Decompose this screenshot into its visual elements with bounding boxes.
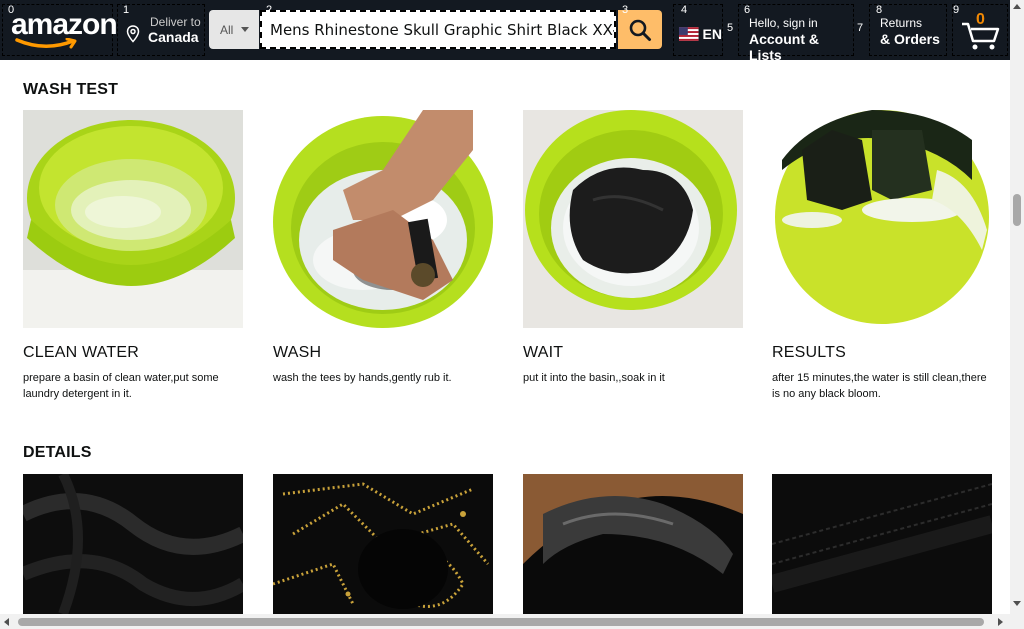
cart-icon: [962, 22, 1000, 50]
logo-wordmark: amazon: [11, 8, 118, 41]
horizontal-scroll-thumb[interactable]: [18, 618, 984, 626]
marker-2: 2: [266, 4, 273, 16]
search-icon: [629, 19, 651, 41]
cart-button[interactable]: 0: [952, 4, 1008, 56]
results-water-image: [772, 110, 992, 328]
marker-9: 9: [953, 4, 960, 16]
us-flag-icon: [679, 27, 699, 41]
vertical-scrollbar[interactable]: [1010, 0, 1024, 629]
orders-label: & Orders: [880, 31, 940, 47]
clean-water-image: [23, 110, 243, 328]
location-pin-icon: [126, 25, 140, 43]
detail-image-rhinestone: [273, 474, 493, 614]
scroll-left-arrow-icon[interactable]: [4, 618, 9, 626]
detail-image-collar: [523, 474, 743, 614]
amazon-logo[interactable]: amazon: [2, 4, 118, 56]
horizontal-scrollbar[interactable]: [0, 614, 1010, 629]
account-lists-label: Account & Lists: [749, 31, 819, 63]
wash-step-description: put it into the basin,,soak in it: [523, 372, 665, 384]
top-nav-bar: 0 amazon 1 Deliver to Canada All 2 Mens …: [0, 0, 1010, 63]
marker-3: 3: [622, 4, 629, 16]
search-category-label: All: [220, 22, 234, 37]
amazon-product-page: 0 amazon 1 Deliver to Canada All 2 Mens …: [0, 0, 1024, 629]
deliver-to-country: Canada: [148, 29, 199, 45]
smile-arrow-icon: [15, 38, 77, 49]
caret-down-icon: [241, 27, 250, 32]
returns-label: Returns: [880, 16, 923, 30]
scroll-up-arrow-icon[interactable]: [1013, 4, 1021, 9]
deliver-to-button[interactable]: Deliver to Canada: [117, 4, 205, 56]
marker-1: 1: [123, 4, 130, 16]
wash-step-description: wash the tees by hands,gently rub it.: [273, 372, 452, 384]
deliver-to-label: Deliver to: [150, 15, 201, 29]
vertical-scroll-thumb[interactable]: [1013, 194, 1021, 226]
scroll-right-arrow-icon[interactable]: [998, 618, 1003, 626]
soaking-shirt-image: [523, 110, 743, 328]
marker-6: 6: [744, 4, 751, 16]
wash-step-title: RESULTS: [772, 344, 847, 361]
wash-step-description: prepare a basin of clean water,put some …: [23, 372, 219, 400]
marker-8: 8: [876, 4, 883, 16]
wash-step-title: WAIT: [523, 344, 564, 361]
wash-hands-image: [273, 110, 493, 328]
search-input[interactable]: Mens Rhinestone Skull Graphic Shirt Blac…: [260, 10, 616, 49]
detail-image-stitching: [772, 474, 992, 614]
details-heading: DETAILS: [23, 444, 92, 461]
scroll-down-arrow-icon[interactable]: [1013, 601, 1021, 606]
account-greeting: Hello, sign in: [749, 16, 818, 30]
marker-0: 0: [8, 4, 15, 16]
wash-step-title: CLEAN WATER: [23, 344, 139, 361]
wash-step-description: after 15 minutes,the water is still clea…: [772, 372, 987, 400]
marker-5: 5: [727, 22, 734, 34]
account-lists-button[interactable]: Hello, sign in Account & Lists: [738, 4, 854, 63]
detail-image-fabric: [23, 474, 243, 614]
marker-4: 4: [681, 4, 688, 16]
search-category-dropdown[interactable]: All: [209, 10, 259, 49]
marker-7: 7: [857, 22, 864, 34]
language-code: EN: [702, 26, 722, 42]
deliver-to-text: Deliver to Canada: [144, 15, 201, 55]
wash-step-title: WASH: [273, 344, 322, 361]
wash-test-heading: WASH TEST: [23, 81, 119, 98]
